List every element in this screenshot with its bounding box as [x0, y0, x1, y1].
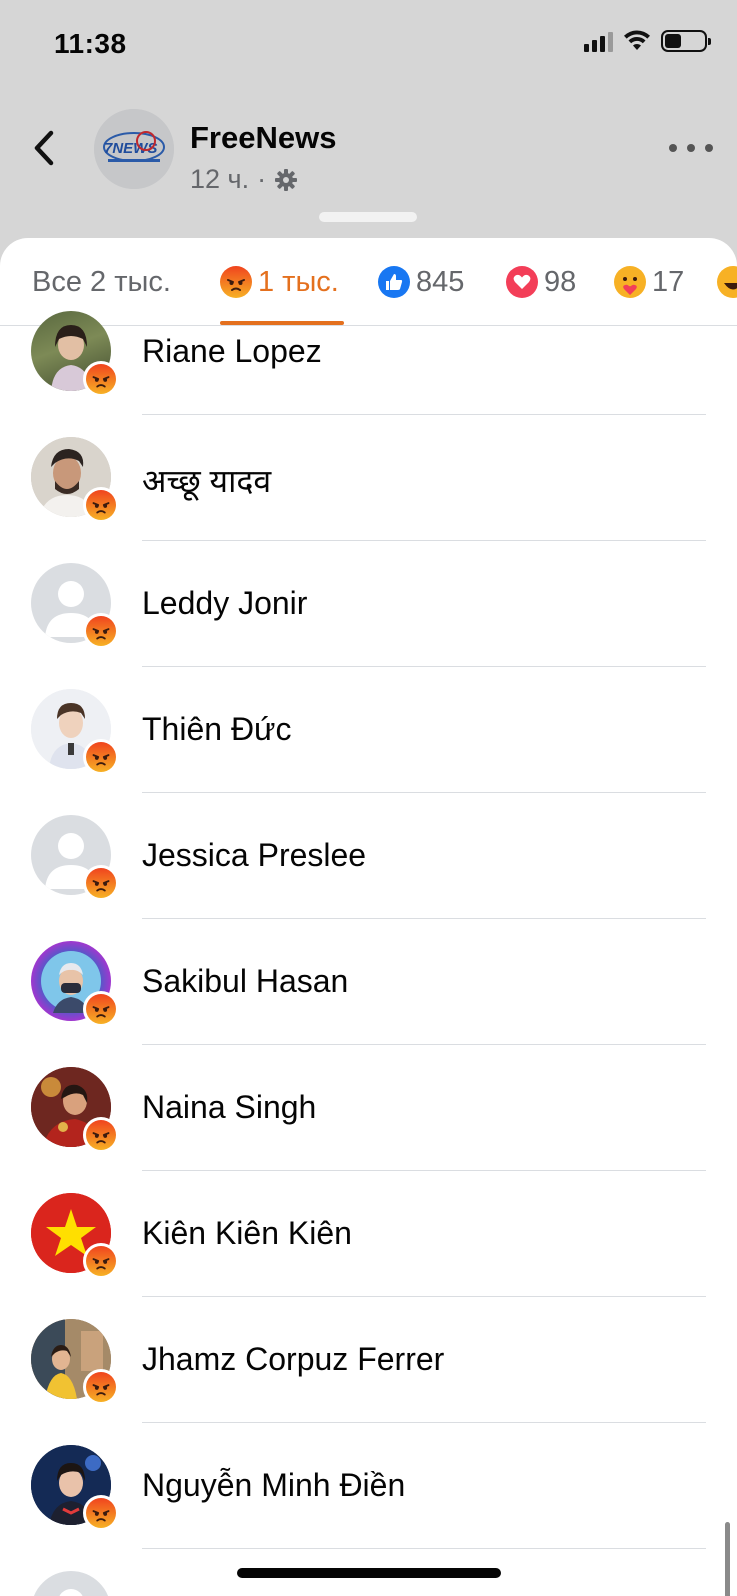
- status-icons: [584, 30, 711, 52]
- angry-reaction-badge: [83, 487, 119, 523]
- reactor-avatar-wrap: [31, 437, 119, 523]
- angry-reaction-badge: [83, 739, 119, 775]
- page-name[interactable]: FreeNews: [190, 120, 336, 156]
- cellular-signal-icon: [584, 30, 613, 52]
- reactor-avatar-wrap: [31, 1193, 119, 1279]
- angry-reaction-badge: [83, 865, 119, 901]
- gear-icon: [275, 168, 298, 191]
- default-avatar: [31, 1571, 111, 1596]
- post-time: 12 ч.: [190, 164, 250, 194]
- back-button[interactable]: [24, 126, 64, 170]
- angry-reaction-badge: [83, 1243, 119, 1279]
- scrollbar[interactable]: [725, 1522, 730, 1596]
- meta-separator: ·: [257, 164, 267, 194]
- home-indicator[interactable]: [237, 1568, 501, 1578]
- sheet-drag-handle[interactable]: [319, 212, 417, 222]
- angry-reaction-badge: [83, 1117, 119, 1153]
- angry-reaction-badge: [83, 1495, 119, 1531]
- reactor-name[interactable]: Nguyễn Minh Điền: [142, 1467, 405, 1504]
- reactor-row[interactable]: Nguyễn Minh Điền: [0, 1422, 737, 1549]
- reactor-avatar-wrap: [31, 1445, 119, 1531]
- reactor-name[interactable]: Leddy Jonir: [142, 585, 307, 622]
- reactor-row[interactable]: Leddy Jonir: [0, 540, 737, 667]
- reactor-avatar-wrap: [31, 1067, 119, 1153]
- reactor-row[interactable]: Jhamz Corpuz Ferrer: [0, 1296, 737, 1423]
- more-options-button[interactable]: [669, 136, 713, 160]
- reactor-name[interactable]: Sakibul Hasan: [142, 963, 348, 1000]
- status-bar: 11:38: [0, 0, 737, 90]
- reactor-avatar-wrap: [31, 689, 119, 775]
- reactor-row[interactable]: Naina Singh: [0, 1044, 737, 1171]
- angry-reaction-badge: [83, 991, 119, 1027]
- angry-reaction-badge: [83, 1369, 119, 1405]
- freenews-logo-icon: 7NEWS: [94, 109, 174, 189]
- reactor-row[interactable]: Riane Lopez: [0, 288, 737, 415]
- reactor-name[interactable]: Naina Singh: [142, 1089, 316, 1126]
- reactor-name[interactable]: Kiên Kiên Kiên: [142, 1215, 352, 1252]
- reactor-name[interactable]: Thiên Đức: [142, 711, 291, 748]
- reactor-avatar-wrap: [31, 815, 119, 901]
- reactor-avatar-wrap: [31, 563, 119, 649]
- reactor-row[interactable]: Kiên Kiên Kiên: [0, 1170, 737, 1297]
- reactor-avatar-wrap: [31, 1571, 111, 1596]
- more-dot-icon: [669, 144, 677, 152]
- chevron-left-icon: [34, 130, 54, 166]
- angry-reaction-badge: [83, 613, 119, 649]
- reactor-avatar-wrap: [31, 311, 119, 397]
- reactor-avatar-wrap: [31, 941, 119, 1027]
- reactor-avatar-wrap: [31, 1319, 119, 1405]
- page-avatar[interactable]: 7NEWS: [94, 109, 174, 189]
- reactor-row[interactable]: अच्छू यादव: [0, 414, 737, 541]
- post-meta: 12 ч. ·: [190, 164, 298, 195]
- reactor-row[interactable]: Sakibul Hasan: [0, 918, 737, 1045]
- more-dot-icon: [705, 144, 713, 152]
- more-dot-icon: [687, 144, 695, 152]
- angry-reaction-badge: [83, 361, 119, 397]
- wifi-icon: [624, 30, 650, 50]
- reactor-name[interactable]: Riane Lopez: [142, 333, 322, 370]
- reactor-name[interactable]: Jessica Preslee: [142, 837, 366, 874]
- battery-icon: [661, 30, 711, 52]
- reactor-name[interactable]: Jhamz Corpuz Ferrer: [142, 1341, 444, 1378]
- reactor-row[interactable]: Thiên Đức: [0, 666, 737, 793]
- status-time: 11:38: [54, 28, 127, 59]
- reactor-row[interactable]: Jessica Preslee: [0, 792, 737, 919]
- reactions-sheet: Все 2 тыс. 1 тыс. 845 98 17 Riane Lopez …: [0, 238, 737, 1596]
- reactor-name[interactable]: अच्छू यादव: [142, 459, 271, 502]
- post-header: 7NEWS FreeNews 12 ч. ·: [0, 100, 737, 200]
